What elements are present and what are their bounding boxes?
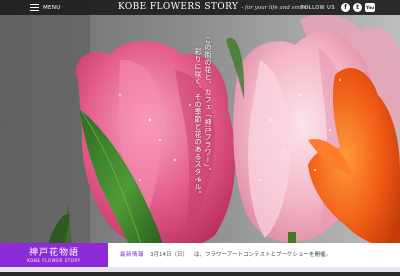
follow-us: FOLLOW US f t You bbox=[301, 3, 376, 12]
latest-news[interactable]: 最新情報 3月14日（日） は、フラワーアートコンテストとブーケショーを開催。 bbox=[120, 250, 331, 258]
news-text: は、フラワーアートコンテストとブーケショーを開催。 bbox=[194, 252, 331, 258]
catch-copy-line2: 彩りに咲く、その季節と花のあるスタイル。 bbox=[194, 48, 202, 198]
brand-tagline: - for your life and smile - bbox=[241, 5, 311, 11]
news-date: 3月14日（日） bbox=[150, 252, 189, 258]
bottom-news-bar: 神戸花物語 KOBE FLOWER STORY 最新情報 3月14日（日） は、… bbox=[0, 243, 400, 272]
bottom-strip bbox=[0, 267, 400, 272]
catch-copy-line1: この街の花と、カフェ「神戸フラワー」。 bbox=[204, 36, 212, 175]
news-label: 最新情報 bbox=[120, 252, 145, 258]
twitter-icon[interactable]: t bbox=[353, 3, 363, 12]
site-logo[interactable]: 神戸花物語 KOBE FLOWER STORY bbox=[0, 243, 108, 267]
youtube-icon[interactable]: You bbox=[365, 3, 376, 12]
logo-japanese: 神戸花物語 bbox=[28, 248, 79, 258]
site-brand[interactable]: KOBE FLOWERS STORY - for your life and s… bbox=[118, 2, 310, 12]
facebook-icon[interactable]: f bbox=[341, 3, 351, 12]
top-navigation-bar: MENU KOBE FLOWERS STORY - for your life … bbox=[0, 0, 400, 15]
hamburger-icon bbox=[30, 4, 39, 11]
menu-button[interactable]: MENU bbox=[30, 3, 61, 12]
menu-label: MENU bbox=[43, 4, 61, 11]
follow-us-label: FOLLOW US bbox=[301, 4, 336, 11]
brand-name: KOBE FLOWERS STORY bbox=[118, 2, 239, 12]
logo-english: KOBE FLOWER STORY bbox=[27, 258, 81, 263]
